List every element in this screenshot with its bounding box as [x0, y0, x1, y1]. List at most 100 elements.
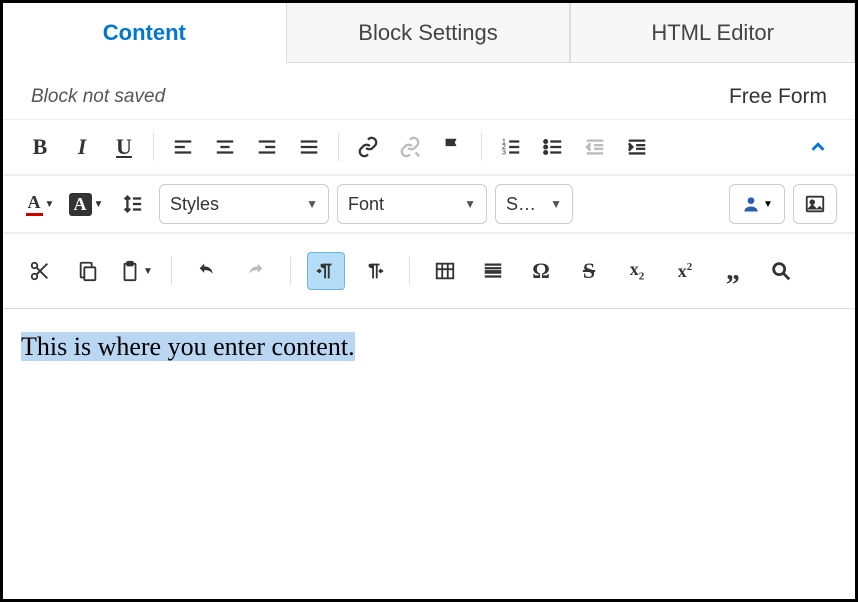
separator: [481, 133, 482, 161]
redo-icon: [244, 260, 266, 282]
editor-body-text: This is where you enter content.: [21, 332, 355, 361]
align-center-button[interactable]: [206, 128, 244, 166]
rtl-direction-button[interactable]: [355, 252, 393, 290]
bold-button[interactable]: B: [21, 128, 59, 166]
subscript-button[interactable]: x2: [618, 252, 656, 290]
size-label: S…: [506, 194, 536, 215]
copy-icon: [77, 260, 99, 282]
caret-down-icon: ▼: [143, 266, 153, 277]
person-icon: [741, 194, 761, 214]
editor-content-area[interactable]: This is where you enter content.: [3, 309, 855, 509]
flag-icon: [441, 136, 463, 158]
anchor-button[interactable]: [433, 128, 471, 166]
text-color-button[interactable]: A▼: [21, 185, 59, 223]
text-color-icon: A: [26, 192, 43, 216]
outdent-button[interactable]: [576, 128, 614, 166]
outdent-icon: [584, 136, 606, 158]
line-height-icon: [121, 193, 143, 215]
special-char-button[interactable]: Ω: [522, 252, 560, 290]
caret-down-icon: ▼: [763, 199, 773, 210]
align-right-icon: [256, 136, 278, 158]
link-icon: [357, 136, 379, 158]
bg-color-icon: A: [69, 193, 92, 216]
bold-icon: B: [33, 134, 48, 160]
separator: [409, 257, 410, 285]
toolbar-row-3: ▼ Ω S x2 x2 „: [3, 233, 855, 309]
underline-button[interactable]: U: [105, 128, 143, 166]
italic-button[interactable]: I: [63, 128, 101, 166]
chevron-up-icon: [807, 136, 829, 158]
quote-icon: „: [726, 264, 740, 278]
styles-dropdown[interactable]: Styles ▼: [159, 184, 329, 224]
table-button[interactable]: [426, 252, 464, 290]
personalize-button[interactable]: ▼: [729, 184, 785, 224]
table-icon: [434, 260, 456, 282]
tab-bar: Content Block Settings HTML Editor: [3, 3, 855, 63]
indent-icon: [626, 136, 648, 158]
redo-button[interactable]: [236, 252, 274, 290]
ordered-list-icon: 123: [500, 136, 522, 158]
insert-image-button[interactable]: [793, 184, 837, 224]
unlink-icon: [399, 136, 421, 158]
align-left-icon: [172, 136, 194, 158]
clipboard-icon: [119, 260, 141, 282]
block-type-label: Free Form: [729, 85, 827, 109]
styles-label: Styles: [170, 194, 219, 215]
separator: [153, 133, 154, 161]
separator: [171, 257, 172, 285]
bg-color-button[interactable]: A▼: [67, 185, 105, 223]
collapse-toolbar-button[interactable]: [799, 128, 837, 166]
caret-down-icon: ▼: [464, 197, 476, 211]
underline-icon: U: [116, 134, 132, 160]
unordered-list-button[interactable]: [534, 128, 572, 166]
unordered-list-icon: [542, 136, 564, 158]
tab-content[interactable]: Content: [3, 3, 286, 63]
paste-button[interactable]: ▼: [117, 252, 155, 290]
font-label: Font: [348, 194, 384, 215]
blockquote-button[interactable]: „: [714, 252, 752, 290]
superscript-icon: x2: [678, 261, 693, 282]
find-button[interactable]: [762, 252, 800, 290]
caret-down-icon: ▼: [45, 199, 55, 210]
superscript-button[interactable]: x2: [666, 252, 704, 290]
line-height-button[interactable]: [113, 185, 151, 223]
cut-button[interactable]: [21, 252, 59, 290]
horizontal-rule-button[interactable]: [474, 252, 512, 290]
undo-button[interactable]: [188, 252, 226, 290]
link-button[interactable]: [349, 128, 387, 166]
font-dropdown[interactable]: Font ▼: [337, 184, 487, 224]
separator: [338, 133, 339, 161]
undo-icon: [196, 260, 218, 282]
indent-button[interactable]: [618, 128, 656, 166]
tab-html-editor[interactable]: HTML Editor: [570, 3, 855, 63]
caret-down-icon: ▼: [550, 197, 562, 211]
ordered-list-button[interactable]: 123: [492, 128, 530, 166]
align-right-button[interactable]: [248, 128, 286, 166]
strikethrough-icon: S: [583, 258, 595, 284]
caret-down-icon: ▼: [306, 197, 318, 211]
tab-block-settings[interactable]: Block Settings: [286, 3, 571, 63]
copy-button[interactable]: [69, 252, 107, 290]
scissors-icon: [29, 260, 51, 282]
hr-icon: [482, 260, 504, 282]
omega-icon: Ω: [532, 258, 550, 284]
subscript-icon: x2: [630, 259, 645, 283]
strikethrough-button[interactable]: S: [570, 252, 608, 290]
align-justify-icon: [298, 136, 320, 158]
caret-down-icon: ▼: [94, 199, 104, 210]
block-status: Block not saved: [31, 86, 165, 108]
status-bar: Block not saved Free Form: [3, 63, 855, 119]
size-dropdown[interactable]: S… ▼: [495, 184, 573, 224]
separator: [290, 257, 291, 285]
align-left-button[interactable]: [164, 128, 202, 166]
align-justify-button[interactable]: [290, 128, 328, 166]
align-center-icon: [214, 136, 236, 158]
italic-icon: I: [78, 134, 87, 160]
ltr-icon: [315, 260, 337, 282]
unlink-button[interactable]: [391, 128, 429, 166]
toolbar-row-2: A▼ A▼ Styles▼ Font▼ S…▼ ▼: [3, 175, 855, 233]
ltr-direction-button[interactable]: [307, 252, 345, 290]
rtl-icon: [363, 260, 385, 282]
svg-text:3: 3: [502, 147, 506, 156]
search-icon: [770, 260, 792, 282]
